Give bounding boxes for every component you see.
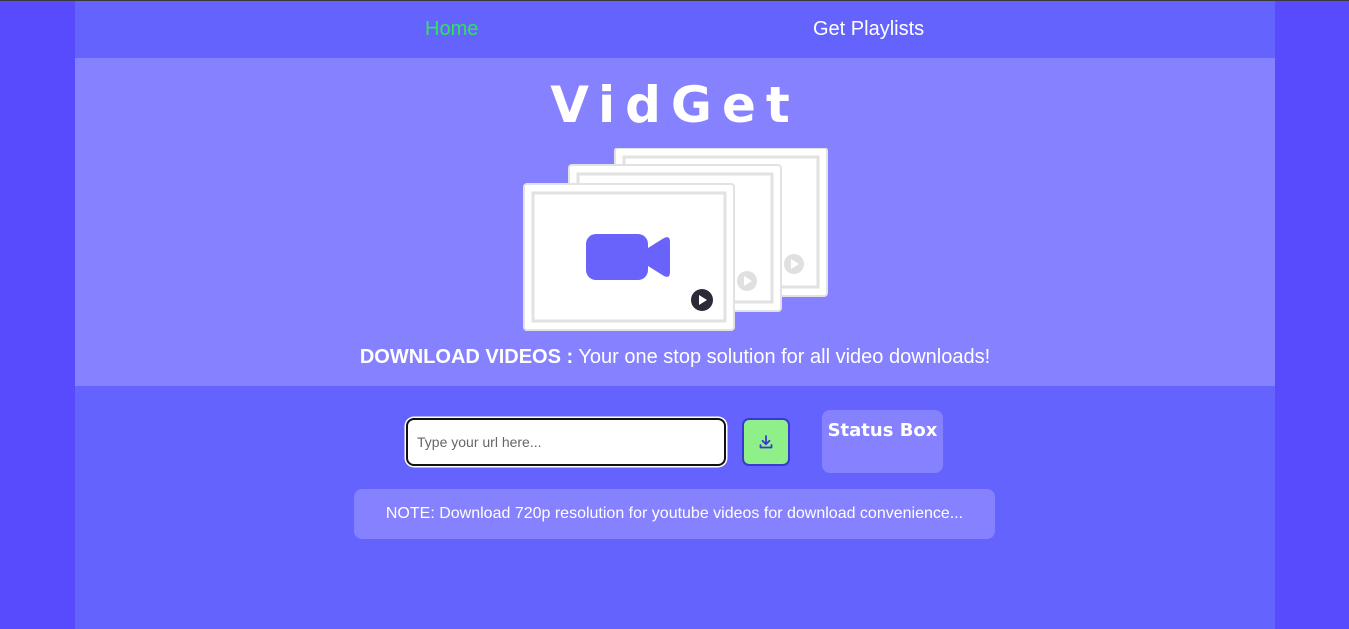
video-stack-illustration [523,148,828,331]
page-container: Home Get Playlists VidGet DOWNLOAD VIDEO… [75,1,1275,629]
status-box: Status Box [822,410,943,473]
brand-title: VidGet [550,76,800,134]
note-text: NOTE: Download 720p resolution for youtu… [385,505,964,522]
note-banner: NOTE: Download 720p resolution for youtu… [354,489,995,539]
download-icon [759,435,773,449]
status-box-title: Status Box [827,420,938,441]
url-input[interactable] [406,418,726,466]
hero-section: VidGet DOWNLOAD VIDEOS: Your one stop s… [75,58,1275,386]
tagline-text: Your one stop solution for all video dow… [573,346,991,368]
nav-get-playlists-link[interactable]: Get Playlists [813,18,924,41]
top-nav: Home Get Playlists [75,1,1275,58]
tagline-strong: DOWNLOAD VIDEOS : [359,346,574,368]
nav-home-link[interactable]: Home [425,18,478,41]
front-video-card [523,183,735,331]
download-button[interactable] [742,418,790,466]
tagline: DOWNLOAD VIDEOS : Your one stop solution… [75,346,1275,369]
